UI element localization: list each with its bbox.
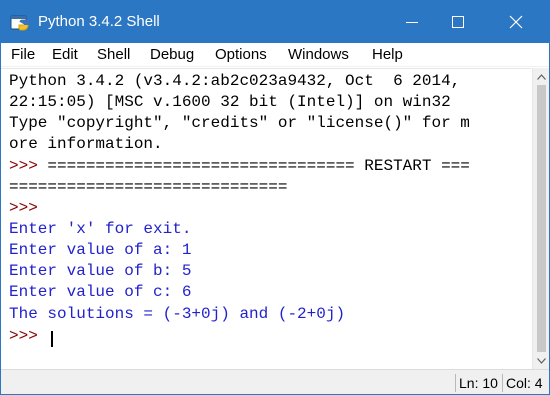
maximize-icon (452, 16, 464, 28)
chevron-down-icon (537, 357, 546, 364)
python-icon (10, 13, 30, 33)
shell-line: Enter value of c: 6 (9, 283, 192, 301)
close-icon (509, 15, 522, 29)
shell-prompt: >>> (9, 157, 48, 175)
shell-prompt: >>> (9, 199, 38, 217)
shell-line: ore information. (9, 135, 163, 153)
window-title: Python 3.4.2 Shell (38, 13, 160, 30)
vertical-scrollbar[interactable] (532, 68, 549, 369)
title-bar[interactable]: Python 3.4.2 Shell (1, 1, 549, 43)
status-bar: Ln: 10 Col: 4 (1, 369, 549, 394)
shell-text-area[interactable]: Python 3.4.2 (v3.4.2:ab2c023a9432, Oct 6… (1, 68, 531, 369)
maximize-button[interactable] (435, 1, 481, 43)
shell-line: 22:15:05) [MSC v.1600 32 bit (Intel)] on… (9, 93, 451, 111)
minimize-icon (406, 22, 418, 23)
shell-line: Enter 'x' for exit. (9, 220, 192, 238)
close-button[interactable] (482, 1, 549, 43)
menu-debug[interactable]: Debug (150, 46, 194, 64)
shell-line: Type "copyright", "credits" or "license(… (9, 114, 470, 132)
text-cursor (51, 331, 53, 347)
scroll-down-button[interactable] (533, 352, 549, 369)
shell-line: ============================= (9, 178, 288, 196)
status-column-number: Col: 4 (502, 374, 543, 392)
chevron-up-icon (537, 73, 546, 80)
idle-shell-window: Python 3.4.2 Shell File Edit Shell Debug… (0, 0, 550, 395)
shell-line: Enter value of b: 5 (9, 262, 192, 280)
scrollbar-thumb[interactable] (537, 85, 546, 352)
menu-edit[interactable]: Edit (52, 46, 78, 64)
menu-help[interactable]: Help (372, 46, 403, 64)
minimize-button[interactable] (389, 1, 435, 43)
menu-options[interactable]: Options (215, 46, 267, 64)
menu-file[interactable]: File (11, 46, 35, 64)
shell-line: The solutions = (-3+0j) and (-2+0j) (9, 305, 346, 323)
status-line-number: Ln: 10 (455, 374, 498, 392)
shell-line: >>> (9, 326, 47, 347)
shell-line: >>> (9, 198, 38, 219)
shell-prompt: >>> (9, 327, 48, 345)
menu-shell[interactable]: Shell (97, 46, 130, 64)
scroll-up-button[interactable] (533, 68, 549, 85)
menu-bar: File Edit Shell Debug Options Windows He… (1, 43, 549, 67)
menu-windows[interactable]: Windows (288, 46, 349, 64)
shell-line: >>> ================================ RES… (9, 157, 470, 175)
shell-line: Enter value of a: 1 (9, 241, 192, 259)
shell-line: Python 3.4.2 (v3.4.2:ab2c023a9432, Oct 6… (9, 72, 461, 90)
